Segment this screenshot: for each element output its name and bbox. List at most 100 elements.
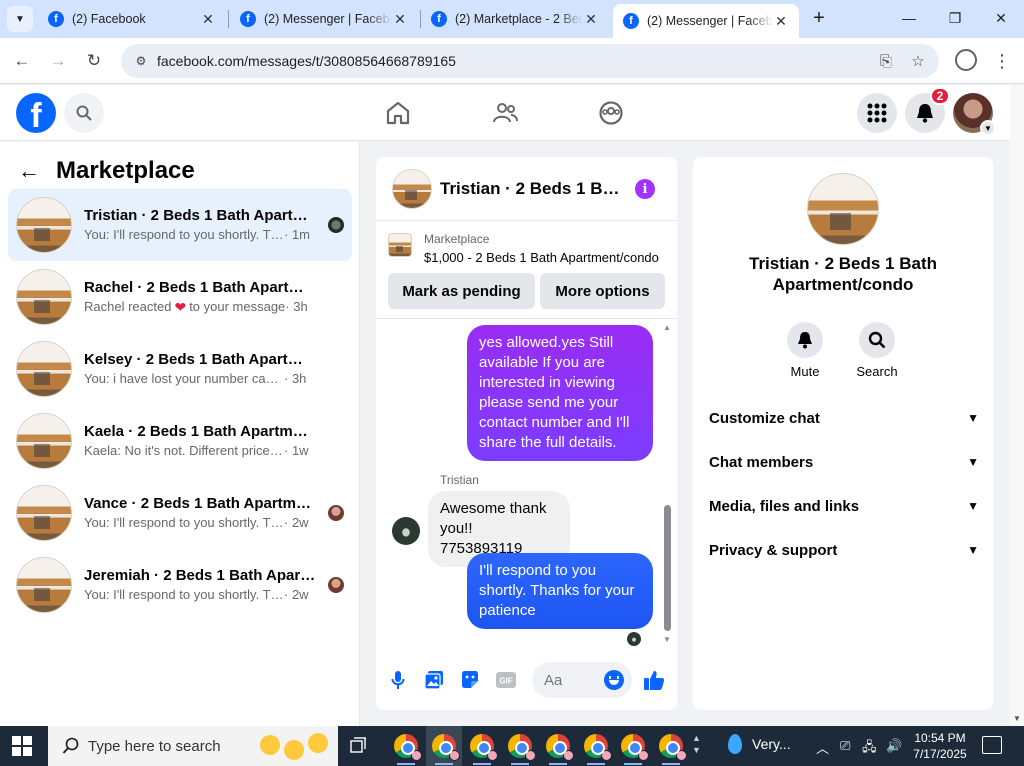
bell-icon[interactable] xyxy=(787,322,823,358)
scroll-down-arrow-icon[interactable]: ▼ xyxy=(663,635,671,644)
mute-action[interactable]: Mute xyxy=(775,322,835,379)
device-icon[interactable]: ⎚ xyxy=(840,738,850,754)
sticker-icon[interactable] xyxy=(459,669,481,691)
chrome-taskbar-icon[interactable] xyxy=(546,734,574,761)
emoji-face-icon xyxy=(308,733,328,753)
close-tab-icon[interactable]: ✕ xyxy=(200,11,216,27)
gif-icon[interactable]: GIF xyxy=(495,669,517,691)
taskbar-overflow-icon[interactable]: ▲ ▼ xyxy=(692,732,701,756)
chat-title[interactable]: Tristian · 2 Beds 1 Bath Apartment/condo xyxy=(440,179,626,199)
groups-icon xyxy=(599,101,623,125)
rain-drop-icon xyxy=(728,734,742,754)
seen-avatar xyxy=(328,577,344,593)
conversation-item-rachel[interactable]: Rachel · 2 Beds 1 Bath Apartment/condo R… xyxy=(8,261,352,333)
bell-icon xyxy=(917,104,933,123)
photo-gallery-icon[interactable] xyxy=(423,669,445,691)
page-scrollbar[interactable]: ▼ xyxy=(1010,85,1024,726)
weather-widget[interactable]: Very... xyxy=(728,734,791,754)
close-tab-icon[interactable]: ✕ xyxy=(773,13,789,29)
sender-avatar[interactable] xyxy=(392,517,420,545)
browser-tab-facebook[interactable]: f (2) Facebook ✕ xyxy=(38,4,226,34)
reload-icon[interactable]: ↻ xyxy=(82,49,106,73)
back-arrow-icon[interactable]: ← xyxy=(10,49,34,73)
microphone-icon[interactable] xyxy=(387,669,409,691)
section-chat-members[interactable]: Chat members ▼ xyxy=(709,450,979,474)
show-hidden-icons-icon[interactable]: ︿ xyxy=(816,738,829,757)
chrome-taskbar-icon[interactable] xyxy=(659,734,687,761)
browser-profile-icon[interactable] xyxy=(955,49,977,71)
section-privacy-support[interactable]: Privacy & support ▼ xyxy=(709,538,979,562)
menu-grid-button[interactable] xyxy=(857,93,897,133)
listing-price-title[interactable]: $1,000 - 2 Beds 1 Bath Apartment/condo xyxy=(424,250,659,265)
home-nav-button[interactable] xyxy=(380,95,416,131)
windows-start-icon[interactable] xyxy=(12,736,32,756)
grid-menu-icon xyxy=(867,103,887,123)
chrome-taskbar-icon[interactable] xyxy=(584,734,612,761)
scrollbar-thumb[interactable] xyxy=(664,505,671,631)
back-arrow-icon[interactable]: ← xyxy=(16,158,42,184)
friends-nav-button[interactable] xyxy=(487,95,523,131)
minimize-window-icon[interactable]: — xyxy=(886,0,932,36)
conversation-list-panel: ← Marketplace Tristian · 2 Beds 1 Bath A… xyxy=(0,142,360,726)
close-tab-icon[interactable]: ✕ xyxy=(583,11,599,27)
groups-nav-button[interactable] xyxy=(593,95,629,131)
listing-thumbnail xyxy=(16,413,72,469)
listing-thumbnail xyxy=(16,485,72,541)
close-window-icon[interactable]: ✕ xyxy=(978,0,1024,36)
install-app-icon[interactable]: ⎘ xyxy=(875,50,897,72)
chevron-down-icon: ▼ xyxy=(980,120,996,136)
network-icon[interactable]: 🖧 xyxy=(862,738,877,760)
conversation-item-kelsey[interactable]: Kelsey · 2 Beds 1 Bath Apartment/condo Y… xyxy=(8,333,352,405)
address-bar[interactable]: ⚙ facebook.com/messages/t/30808564668789… xyxy=(121,44,939,78)
mark-as-pending-button[interactable]: Mark as pending xyxy=(388,273,535,309)
seen-avatar xyxy=(328,217,344,233)
info-icon[interactable]: i xyxy=(635,179,655,199)
chrome-taskbar-icon[interactable] xyxy=(432,734,460,761)
account-avatar[interactable]: ▼ xyxy=(953,93,996,136)
browser-tab-messenger-active[interactable]: f (2) Messenger | Facebook ✕ xyxy=(613,4,799,38)
conversation-item-jeremiah[interactable]: Jeremiah · 2 Beds 1 Bath Apartment/condo… xyxy=(8,549,352,621)
chevron-down-icon: ▼ xyxy=(967,499,979,513)
browser-tab-messenger[interactable]: f (2) Messenger | Facebook ✕ xyxy=(230,4,418,34)
browser-tab-marketplace[interactable]: f (2) Marketplace - 2 Beds ✕ xyxy=(421,4,609,34)
system-clock[interactable]: 10:54 PM 7/17/2025 xyxy=(910,730,970,762)
search-icon[interactable] xyxy=(859,322,895,358)
conversation-item-vance[interactable]: Vance · 2 Beds 1 Bath Apartment/condo Yo… xyxy=(8,477,352,549)
chrome-taskbar-icon[interactable] xyxy=(621,734,649,761)
scroll-down-arrow-icon[interactable]: ▼ xyxy=(1013,714,1021,723)
facebook-search-button[interactable] xyxy=(64,93,104,133)
scroll-up-arrow-icon[interactable]: ▲ xyxy=(663,323,671,332)
section-customize-chat[interactable]: Customize chat ▼ xyxy=(709,406,979,430)
taskbar-search-box[interactable]: Type here to search xyxy=(48,726,338,766)
chrome-taskbar-icon[interactable] xyxy=(508,734,536,761)
chrome-taskbar-icon[interactable] xyxy=(470,734,498,761)
emoji-face-icon xyxy=(260,735,280,755)
new-tab-plus-icon[interactable]: + xyxy=(808,7,830,29)
url-text[interactable]: facebook.com/messages/t/3080856466878916… xyxy=(157,53,875,69)
conversation-item-tristian[interactable]: Tristian · 2 Beds 1 Bath Apartment/condo… xyxy=(8,189,352,261)
site-settings-icon[interactable]: ⚙ xyxy=(133,53,149,69)
like-thumbs-up-icon[interactable] xyxy=(643,669,665,691)
task-view-icon[interactable] xyxy=(350,737,368,755)
seen-avatar xyxy=(328,505,344,521)
search-action[interactable]: Search xyxy=(847,322,907,379)
restore-window-icon[interactable]: ❐ xyxy=(932,0,978,36)
facebook-favicon-icon: f xyxy=(240,11,256,27)
facebook-logo-icon[interactable]: f xyxy=(16,93,56,133)
close-tab-icon[interactable]: ✕ xyxy=(392,11,408,27)
browser-menu-icon[interactable]: ⋮ xyxy=(993,49,1011,73)
listing-thumbnail[interactable] xyxy=(392,168,432,209)
listing-profile-image xyxy=(807,173,879,245)
chat-panel: Tristian · 2 Beds 1 Bath Apartment/condo… xyxy=(376,157,677,710)
notification-center-icon[interactable] xyxy=(982,736,1002,754)
forward-arrow-icon[interactable]: → xyxy=(46,49,70,73)
volume-icon[interactable]: 🔊 xyxy=(886,738,902,754)
conversation-item-kaela[interactable]: Kaela · 2 Beds 1 Bath Apartment/condo Ka… xyxy=(8,405,352,477)
bookmark-star-icon[interactable]: ☆ xyxy=(907,50,929,72)
section-media-files-links[interactable]: Media, files and links ▼ xyxy=(709,494,979,518)
windows-taskbar: Type here to search ▲ ▼ Very... ︿ ⎚ 🖧 🔊 1… xyxy=(0,726,1024,766)
chrome-taskbar-icon[interactable] xyxy=(394,734,422,761)
tab-search-button[interactable]: ▼ xyxy=(7,6,33,32)
more-options-button[interactable]: More options xyxy=(540,273,665,309)
emoji-icon[interactable] xyxy=(604,670,624,690)
